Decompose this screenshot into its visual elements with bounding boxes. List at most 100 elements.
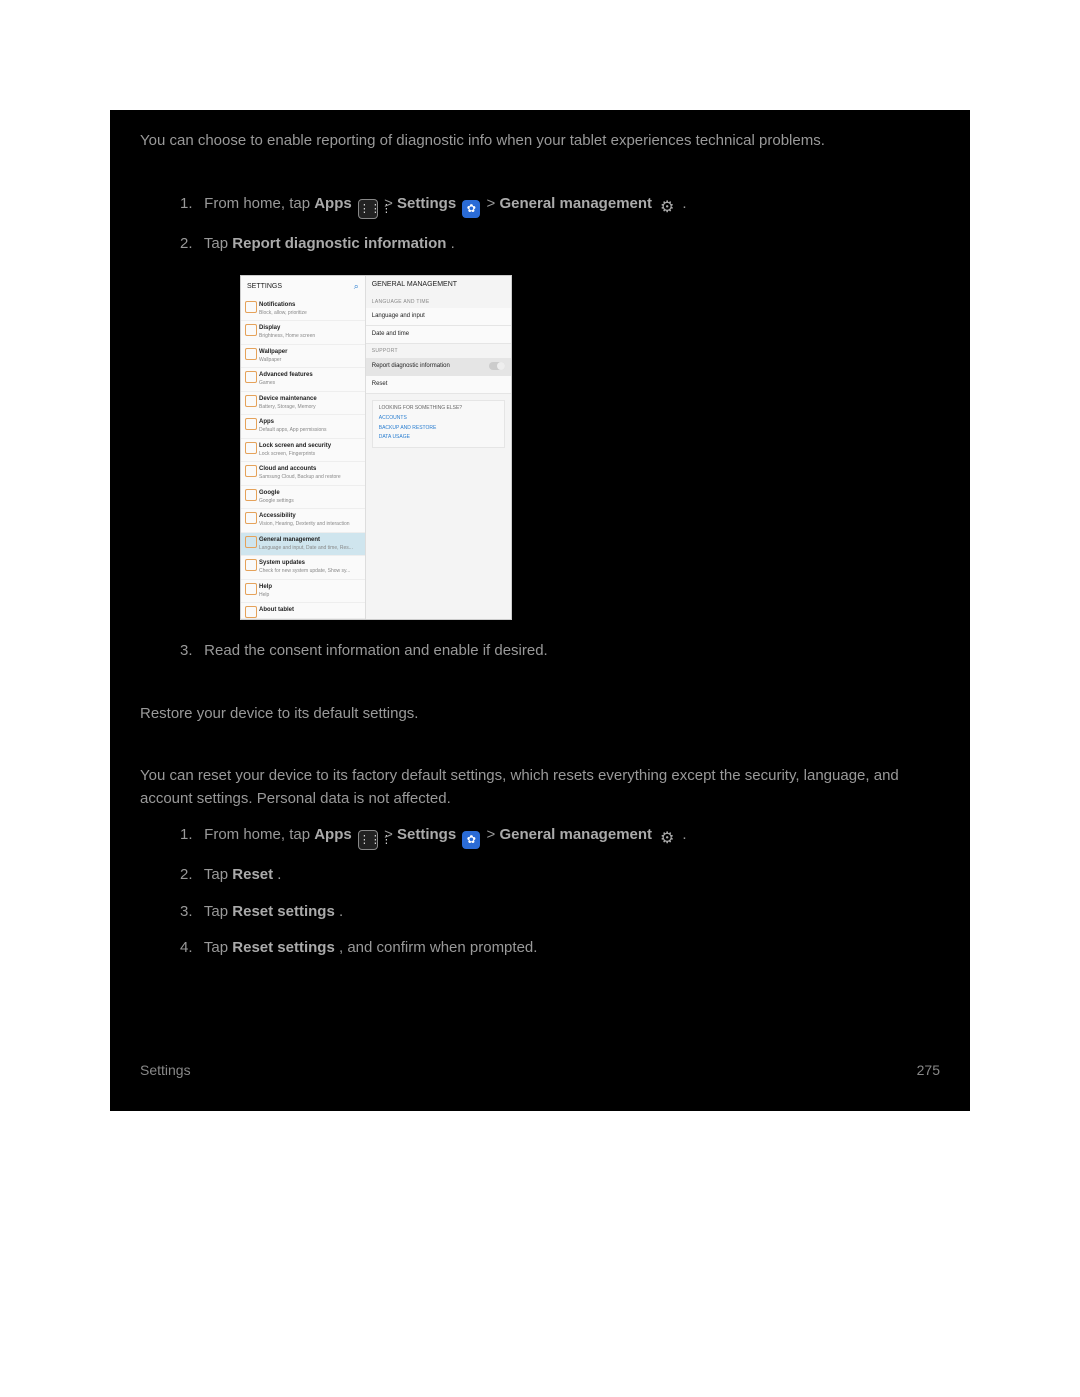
text: Tap: [204, 235, 232, 252]
item-subtitle: Lock screen, Fingerprints: [259, 451, 361, 459]
item-subtitle: Samsung Cloud, Backup and restore: [259, 474, 361, 482]
step-num: 1.: [180, 193, 200, 216]
text: Tap: [204, 939, 232, 956]
item-title: Wallpaper: [259, 348, 361, 357]
intro-text: You can choose to enable reporting of di…: [140, 130, 940, 153]
reset-settings-section: You can reset your device to its factory…: [140, 765, 940, 810]
settings-icon: ✿: [462, 831, 480, 849]
item-icon: [245, 371, 257, 383]
item-subtitle: Language and input, Date and time, Res..…: [259, 545, 361, 553]
link-backup[interactable]: BACKUP AND RESTORE: [379, 424, 498, 434]
item-title: Google: [259, 489, 361, 498]
sidebar-item[interactable]: Advanced featuresGames: [241, 368, 365, 392]
reset-desc2: You can reset your device to its factory…: [140, 765, 940, 810]
step-num: 1.: [180, 824, 200, 847]
sidebar-item[interactable]: HelpHelp: [241, 580, 365, 604]
item-icon: [245, 489, 257, 501]
sidebar-item[interactable]: About tablet: [241, 603, 365, 619]
sidebar-item[interactable]: Cloud and accountsSamsung Cloud, Backup …: [241, 462, 365, 486]
report-diag[interactable]: Report diagnostic information: [366, 358, 511, 376]
sidebar-item[interactable]: NotificationsBlock, allow, prioritize: [241, 298, 365, 322]
item-subtitle: Vision, Hearing, Dexterity and interacti…: [259, 521, 361, 529]
footer-section: Settings: [140, 1060, 191, 1081]
item-title: Cloud and accounts: [259, 465, 361, 474]
settings-screenshot: SETTINGS ⌕ NotificationsBlock, allow, pr…: [240, 275, 512, 620]
settings-label: Settings: [397, 826, 456, 843]
item-subtitle: Wallpaper: [259, 357, 361, 365]
item-icon: [245, 465, 257, 477]
section1-steps: 1. From home, tap Apps ⋮⋮⋮ > Settings ✿ …: [140, 193, 940, 663]
step-num: 4.: [180, 937, 200, 960]
reset-settings-label: Reset settings: [232, 903, 335, 920]
text: Tap: [204, 903, 232, 920]
report-diag-label: Report diagnostic information: [372, 362, 450, 371]
step-2: 2. Tap Report diagnostic information .: [180, 233, 940, 256]
reset-label: Reset: [232, 866, 273, 883]
item-subtitle: Check for new system update, Show sy...: [259, 568, 361, 576]
settings-label: Settings: [397, 195, 456, 212]
item-title: General management: [259, 536, 361, 545]
toggle-icon[interactable]: [489, 362, 505, 370]
item-title: Lock screen and security: [259, 442, 361, 451]
gm-label: General management: [499, 195, 652, 212]
rdi-label: Report diagnostic information: [232, 235, 446, 252]
lang-input[interactable]: Language and input: [366, 308, 511, 326]
step-4: 4. Tap Reset settings , and confirm when…: [180, 937, 940, 960]
page-number: 275: [917, 1060, 940, 1081]
step-num: 2.: [180, 233, 200, 256]
sidebar-item[interactable]: AppsDefault apps, App permissions: [241, 415, 365, 439]
search-icon[interactable]: ⌕: [354, 280, 359, 294]
end: .: [682, 826, 686, 843]
item-icon: [245, 395, 257, 407]
text: From home, tap: [204, 195, 314, 212]
sidebar-item[interactable]: Lock screen and securityLock screen, Fin…: [241, 439, 365, 463]
item-icon: [245, 583, 257, 595]
section2-steps: 1. From home, tap Apps ⋮⋮⋮ > Settings ✿ …: [140, 824, 940, 960]
item-icon: [245, 418, 257, 430]
item-subtitle: Games: [259, 380, 361, 388]
item-title: Notifications: [259, 301, 361, 310]
apps-icon: ⋮⋮⋮: [358, 830, 378, 850]
item-subtitle: Default apps, App permissions: [259, 427, 361, 435]
box-heading: LOOKING FOR SOMETHING ELSE?: [379, 405, 498, 413]
item-title: Help: [259, 583, 361, 592]
reset-item[interactable]: Reset: [366, 376, 511, 394]
gm-label: General management: [499, 826, 652, 843]
sidebar-item[interactable]: System updatesCheck for new system updat…: [241, 556, 365, 580]
sep: >: [384, 195, 397, 212]
sidebar-item[interactable]: Device maintenanceBattery, Storage, Memo…: [241, 392, 365, 416]
item-icon: [245, 348, 257, 360]
step-num: 2.: [180, 864, 200, 887]
item-subtitle: Battery, Storage, Memory: [259, 404, 361, 412]
apps-label: Apps: [314, 826, 352, 843]
step-3: 3. Read the consent information and enab…: [180, 640, 940, 663]
end: .: [277, 866, 281, 883]
settings-icon: ✿: [462, 200, 480, 218]
sidebar-item[interactable]: AccessibilityVision, Hearing, Dexterity …: [241, 509, 365, 533]
text: From home, tap: [204, 826, 314, 843]
page-footer: Settings 275: [140, 1060, 940, 1081]
link-data[interactable]: DATA USAGE: [379, 433, 498, 443]
manual-page: You can choose to enable reporting of di…: [110, 110, 970, 1111]
end: .: [682, 195, 686, 212]
sidebar-item[interactable]: WallpaperWallpaper: [241, 345, 365, 369]
step-num: 3.: [180, 901, 200, 924]
ss-right-header: GENERAL MANAGEMENT: [372, 280, 457, 291]
sidebar-item[interactable]: GoogleGoogle settings: [241, 486, 365, 510]
item-title: Advanced features: [259, 371, 361, 380]
item-title: System updates: [259, 559, 361, 568]
sidebar-item[interactable]: General managementLanguage and input, Da…: [241, 533, 365, 557]
item-title: Accessibility: [259, 512, 361, 521]
apps-label: Apps: [314, 195, 352, 212]
end: .: [451, 235, 455, 252]
step-3: 3. Tap Reset settings .: [180, 901, 940, 924]
date-time[interactable]: Date and time: [366, 326, 511, 344]
step-num: 3.: [180, 640, 200, 663]
item-icon: [245, 442, 257, 454]
section-label: SUPPORT: [366, 344, 511, 358]
item-subtitle: Help: [259, 592, 361, 600]
step-2: 2. Tap Reset .: [180, 864, 940, 887]
sliders-icon: ⚙: [658, 831, 676, 849]
link-accounts[interactable]: ACCOUNTS: [379, 414, 498, 424]
sidebar-item[interactable]: DisplayBrightness, Home screen: [241, 321, 365, 345]
